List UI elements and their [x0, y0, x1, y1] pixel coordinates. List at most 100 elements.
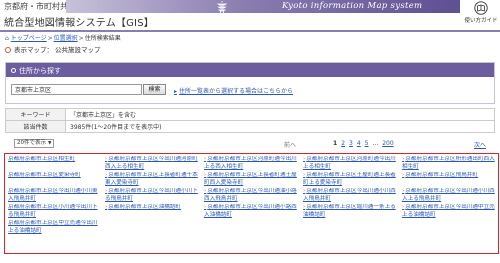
arrow-right-icon: › [105, 156, 108, 162]
circle-icon [11, 68, 16, 73]
result-text: 京都府京都市上京区河原町通今出川上る西入相生町 [204, 156, 297, 170]
arrow-right-icon: › [402, 204, 405, 210]
count-value: 3985件(1～20件目までを表示中) [65, 120, 495, 133]
keyword-value: 「京都市上京区」を含む [65, 108, 495, 121]
breadcrumb-separator: > [78, 35, 84, 42]
address-search-input[interactable] [11, 84, 142, 95]
result-text: 京都府京都市上京区今出川通小川下る飛鳥井町 [105, 188, 198, 202]
result-link[interactable]: ›京都府京都市上京区上長者町通千本東入愛染寺町 [103, 172, 202, 188]
table-row: キーワード 「京都市上京区」を含む [5, 108, 495, 121]
page-ellipsis: ... [372, 140, 379, 147]
keyword-label: キーワード [5, 108, 66, 121]
result-text: 京都府京都市上京区土屋町通上長者町上る愛染寺町 [303, 172, 396, 186]
results-grid: 京都府京都市上京区相生町 ›京都府京都市上京区今出川通河原町西入上る相生町 ›京… [6, 156, 498, 252]
address-search-panel: 住所から探す 検索 ▸住所一覧表から選択する場合はこちらから [5, 62, 495, 104]
result-text: 京都府京都市上京区今出川通小川東入飛鳥井町 [8, 188, 98, 202]
result-link[interactable]: ›京都府京都市上京区堀川通一条上る油橋詰町 [301, 204, 400, 220]
result-link[interactable]: ›京都府京都市上京区飛鳥井町 [400, 172, 498, 188]
per-page-select[interactable]: 20件で表示 ▼ [14, 139, 55, 148]
page-numbers: 1 2 3 4 5... 200 [333, 140, 398, 147]
prev-page-label: 前へ [284, 142, 297, 149]
search-info-table: キーワード 「京都市上京区」を含む 該当件数 3985件(1～20件目までを表示… [5, 108, 495, 133]
arrow-right-icon: › [402, 156, 405, 162]
page-link-last[interactable]: 200 [382, 140, 393, 147]
breadcrumb-location-link[interactable]: 位置選択 [54, 35, 78, 42]
map-selector: 表示マップ： 公共施設マップ [5, 44, 101, 54]
map-select-label: 表示マップ： [14, 46, 53, 54]
result-text: 京都府京都市上京区油橋詰町 [108, 204, 181, 210]
map-select-value[interactable]: 公共施設マップ [55, 46, 101, 54]
result-text: 京都府京都市上京区今出川通中立売上る油橋詰町 [402, 204, 495, 218]
arrow-right-icon: › [204, 172, 207, 178]
arrow-right-icon: › [303, 172, 306, 178]
result-link[interactable]: 京都府京都市上京区今出川通小川東入飛鳥井町 [6, 188, 103, 204]
result-link[interactable]: ›京都府京都市上京区今出川通油小路西入飛鳥井町 [202, 188, 301, 204]
help-guide-button[interactable]: 使い方ガイド [462, 1, 500, 29]
arrow-right-icon: › [402, 188, 405, 194]
result-text: 京都府京都市上京区今出川通小川西入飛鳥井町 [303, 188, 396, 202]
next-page-link[interactable]: 次へ [474, 140, 486, 149]
header-divider [0, 30, 500, 32]
arrow-right-icon: › [105, 172, 108, 178]
result-link[interactable]: ›京都府京都市上京区枡形通出町西入相生町 [400, 156, 498, 172]
result-text: 京都府京都市上京区枡形通出町西入相生町 [402, 156, 495, 170]
result-link[interactable]: ›京都府京都市上京区今出川通小路西入油橋詰町 [202, 204, 301, 220]
address-list-link[interactable]: ▸ 住所一覧表から選択する場合はこちらから [174, 86, 293, 95]
page-link-1: 1 [333, 140, 338, 147]
count-label: 該当件数 [5, 120, 66, 133]
results-panel: 京都府京都市上京区相生町 ›京都府京都市上京区今出川通河原町西入上る相生町 ›京… [4, 153, 499, 254]
breadcrumb-home-link[interactable]: トップページ [11, 35, 47, 42]
result-link[interactable]: ›京都府京都市上京区今出川通小川西入上る飛鳥井町 [400, 188, 498, 204]
site-title[interactable]: 統合型地図情報システム【GIS】 [4, 14, 154, 29]
banner-tagline: Kyoto information Map system [282, 1, 423, 11]
result-link[interactable]: 京都府京都市上京区愛染寺町 [6, 172, 103, 188]
result-link[interactable]: 京都府京都市上京区小川通今出川下る飛鳥井町 [6, 204, 103, 220]
arrow-right-icon: › [105, 188, 108, 194]
result-text: 京都府京都市上京区飛鳥井町 [405, 172, 478, 178]
result-link[interactable]: ›京都府京都市上京区今出川通河原町西入上る相生町 [103, 156, 202, 172]
result-link[interactable]: 京都府京都市上京区相生町 [6, 156, 103, 172]
result-text: 京都府京都市上京区中立売通今出川上る油橋詰町 [8, 220, 98, 234]
breadcrumb: ⌂ トップページ>位置選択>住所検索結果 [5, 33, 121, 42]
result-text: 京都府京都市上京区河原町通今出川上る相生町 [303, 156, 396, 170]
page-link-5[interactable]: 5 [365, 140, 369, 147]
chevron-down-icon: ▼ [48, 141, 52, 146]
table-row: 該当件数 3985件(1～20件目までを表示中) [5, 120, 495, 133]
result-link[interactable]: 京都府京都市上京区中立売通今出川上る油橋詰町 [6, 220, 103, 236]
arrow-right-icon: › [303, 188, 306, 194]
pagoda-icon [216, 1, 228, 13]
arrow-right-icon: › [204, 188, 207, 194]
result-text: 京都府京都市上京区上長者町通千本東入愛染寺町 [105, 172, 198, 186]
page-link-4[interactable]: 4 [357, 140, 361, 147]
page-link-2[interactable]: 2 [341, 140, 345, 147]
bullet-ring-icon [5, 47, 11, 53]
result-link[interactable]: ›京都府京都市上京区今出川通中立売上る油橋詰町 [400, 204, 498, 220]
result-text: 京都府京都市上京区今出川通油小路西入飛鳥井町 [204, 188, 297, 202]
result-text: 京都府京都市上京区上長者町通土屋町西入愛染寺町 [204, 172, 297, 186]
header-banner: Kyoto information Map system [66, 0, 460, 13]
arrow-right-icon: › [204, 156, 207, 162]
result-text: 京都府京都市上京区愛染寺町 [8, 172, 81, 178]
result-link[interactable]: ›京都府京都市上京区今出川通小川下る飛鳥井町 [103, 188, 202, 204]
arrow-right-icon: › [105, 204, 108, 210]
result-text: 京都府京都市上京区今出川通河原町西入上る相生町 [105, 156, 198, 170]
result-link[interactable]: ›京都府京都市上京区河原町通今出川上る相生町 [301, 156, 400, 172]
result-text: 京都府京都市上京区相生町 [8, 156, 76, 162]
arrow-right-icon: ▸ [174, 88, 178, 95]
pagination-row: 20件で表示 ▼ 前へ 1 2 3 4 5... 200 次へ [0, 139, 500, 149]
search-panel-heading: 住所から探す [6, 63, 494, 77]
breadcrumb-separator: > [47, 35, 53, 42]
per-page-value: 20件で表示 [17, 140, 46, 146]
result-text: 京都府京都市上京区堀川通一条上る油橋詰町 [303, 204, 396, 218]
result-link[interactable]: ›京都府京都市上京区河原町通今出川上る西入相生町 [202, 156, 301, 172]
result-link[interactable]: ›京都府京都市上京区上長者町通土屋町西入愛染寺町 [202, 172, 301, 188]
help-guide-label: 使い方ガイド [464, 18, 498, 24]
page-link-3[interactable]: 3 [349, 140, 353, 147]
result-link[interactable]: ›京都府京都市上京区土屋町通上長者町上る愛染寺町 [301, 172, 400, 188]
address-list-link-text: 住所一覧表から選択する場合はこちらから [179, 88, 294, 95]
result-link[interactable]: ›京都府京都市上京区今出川通小川西入飛鳥井町 [301, 188, 400, 204]
help-book-icon [474, 1, 488, 15]
result-link[interactable]: ›京都府京都市上京区油橋詰町 [103, 204, 202, 220]
arrow-right-icon: › [204, 204, 207, 210]
search-button[interactable]: 検索 [143, 84, 166, 95]
